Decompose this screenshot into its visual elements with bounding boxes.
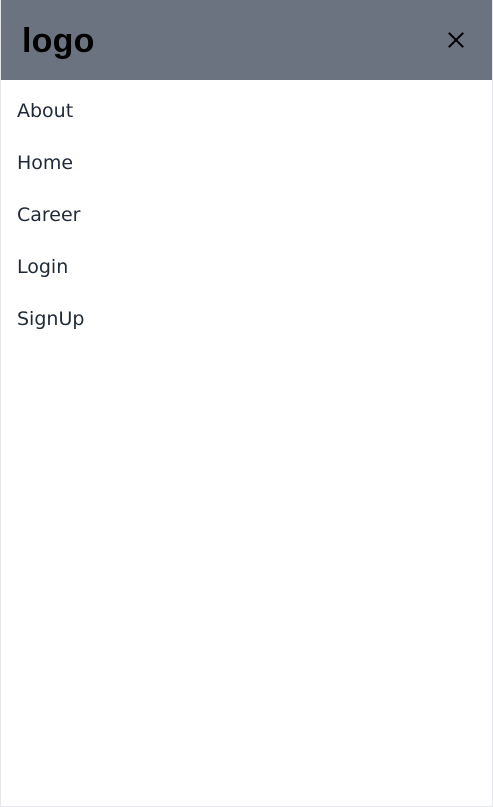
mobile-menu: logo About Home Career Login SignUp [0, 0, 493, 807]
nav-item-login[interactable]: Login [1, 241, 492, 293]
nav-item-about[interactable]: About [1, 85, 492, 137]
nav-item-home[interactable]: Home [1, 137, 492, 189]
close-icon [448, 32, 464, 48]
close-button[interactable] [444, 28, 468, 52]
menu-header: logo [1, 0, 492, 80]
nav-item-career[interactable]: Career [1, 189, 492, 241]
nav-item-signup[interactable]: SignUp [1, 293, 492, 345]
logo[interactable]: logo [22, 24, 95, 58]
nav-menu: About Home Career Login SignUp [1, 85, 492, 345]
